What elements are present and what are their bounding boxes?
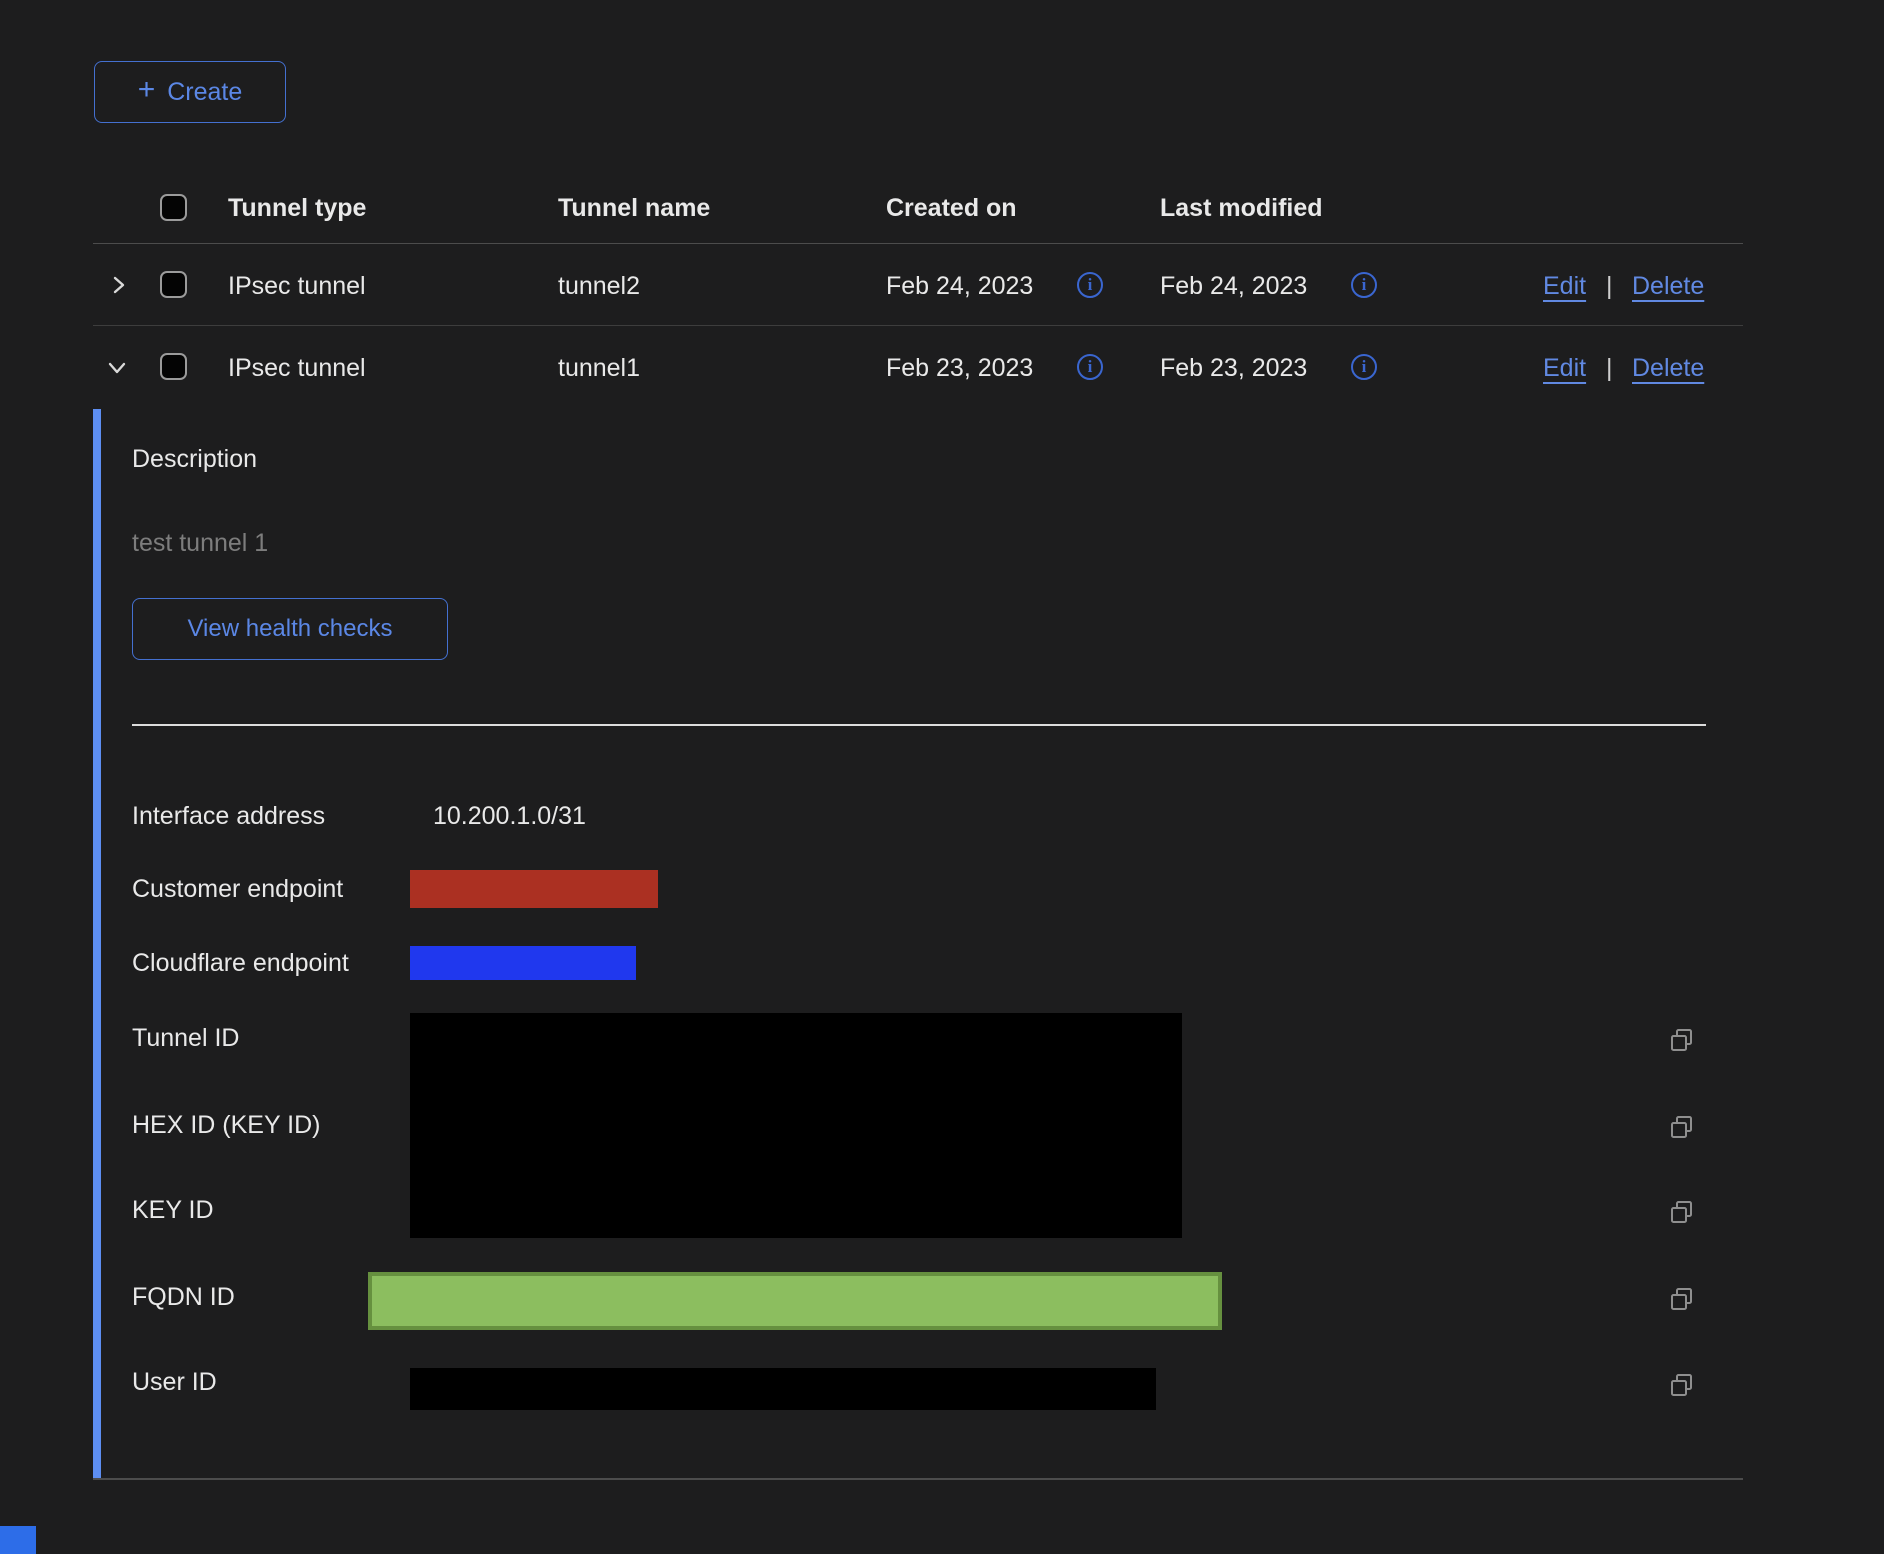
field-label-tunnel-id: Tunnel ID	[132, 1023, 239, 1053]
info-icon[interactable]: i	[1077, 354, 1103, 380]
column-header-tunnel-type: Tunnel type	[228, 193, 366, 223]
field-label-fqdn-id: FQDN ID	[132, 1282, 235, 1312]
field-label-hex-id: HEX ID (KEY ID)	[132, 1110, 320, 1140]
info-icon[interactable]: i	[1351, 272, 1377, 298]
field-label-interface-address: Interface address	[132, 801, 325, 831]
last-modified-cell: Feb 24, 2023	[1160, 271, 1307, 301]
field-value-interface-address: 10.200.1.0/31	[433, 801, 586, 831]
chevron-down-icon[interactable]	[105, 356, 129, 380]
delete-link[interactable]: Delete	[1632, 271, 1704, 301]
copy-icon[interactable]	[1668, 1113, 1696, 1141]
header-divider	[93, 243, 1743, 244]
field-label-user-id: User ID	[132, 1367, 217, 1397]
redacted-value-cloudflare-endpoint	[410, 946, 636, 980]
copy-icon[interactable]	[1668, 1026, 1696, 1054]
info-icon[interactable]: i	[1077, 272, 1103, 298]
created-on-cell: Feb 24, 2023	[886, 271, 1033, 301]
select-all-checkbox[interactable]	[160, 194, 187, 221]
column-header-tunnel-name: Tunnel name	[558, 193, 710, 223]
create-button-label: Create	[167, 78, 242, 107]
plus-icon: +	[138, 75, 156, 105]
redacted-value-fqdn-id	[368, 1272, 1222, 1330]
row-divider	[93, 325, 1743, 326]
tunnel-type-cell: IPsec tunnel	[228, 353, 366, 383]
field-label-customer-endpoint: Customer endpoint	[132, 874, 343, 904]
created-on-cell: Feb 23, 2023	[886, 353, 1033, 383]
tunnel-type-cell: IPsec tunnel	[228, 271, 366, 301]
section-divider	[132, 724, 1706, 726]
redacted-value-ids-block	[410, 1013, 1182, 1238]
description-value: test tunnel 1	[132, 528, 268, 558]
copy-icon[interactable]	[1668, 1371, 1696, 1399]
row-checkbox[interactable]	[160, 353, 187, 380]
bottom-left-accent	[0, 1526, 36, 1554]
copy-icon[interactable]	[1668, 1198, 1696, 1226]
copy-icon[interactable]	[1668, 1285, 1696, 1313]
edit-link[interactable]: Edit	[1543, 271, 1586, 301]
edit-link[interactable]: Edit	[1543, 353, 1586, 383]
view-health-checks-button[interactable]: View health checks	[132, 598, 448, 660]
column-header-last-modified: Last modified	[1160, 193, 1323, 223]
tunnel-name-cell: tunnel2	[558, 271, 640, 301]
create-button[interactable]: + Create	[94, 61, 286, 123]
ipsec-tunnels-page: + Create Tunnel type Tunnel name Created…	[0, 0, 1884, 1554]
description-label: Description	[132, 444, 257, 474]
redacted-value-customer-endpoint	[410, 870, 658, 908]
row-checkbox[interactable]	[160, 271, 187, 298]
action-separator: |	[1606, 271, 1613, 301]
field-label-key-id: KEY ID	[132, 1195, 214, 1225]
tunnel-name-cell: tunnel1	[558, 353, 640, 383]
redacted-value-user-id	[410, 1368, 1156, 1410]
last-modified-cell: Feb 23, 2023	[1160, 353, 1307, 383]
expanded-row-accent-bar	[93, 409, 101, 1479]
column-header-created-on: Created on	[886, 193, 1017, 223]
field-label-cloudflare-endpoint: Cloudflare endpoint	[132, 948, 349, 978]
action-separator: |	[1606, 353, 1613, 383]
delete-link[interactable]: Delete	[1632, 353, 1704, 383]
info-icon[interactable]: i	[1351, 354, 1377, 380]
panel-bottom-divider	[93, 1478, 1743, 1480]
chevron-right-icon[interactable]	[107, 273, 131, 297]
